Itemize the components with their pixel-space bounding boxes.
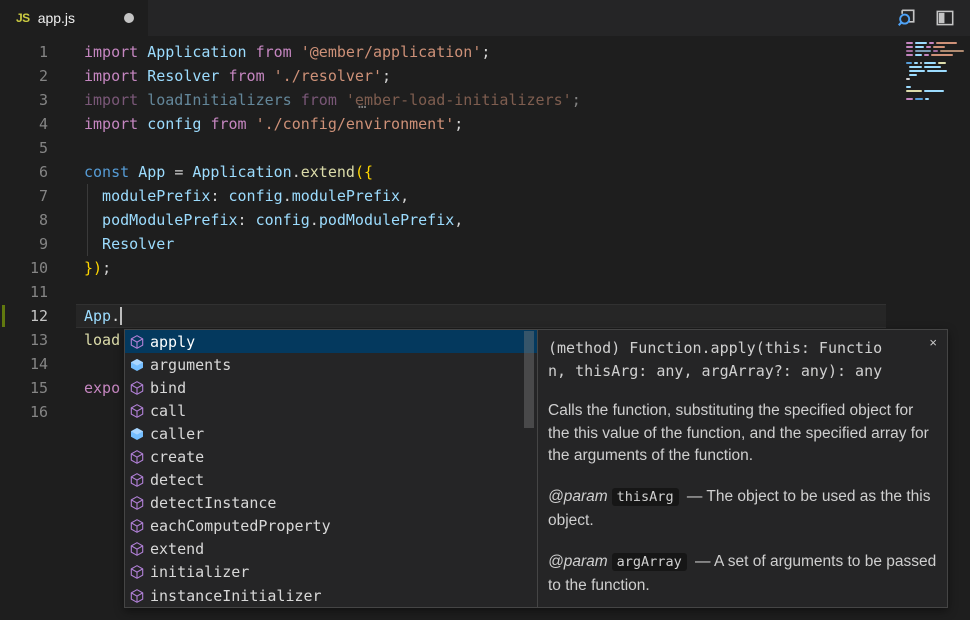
- suggestion-detectInstance[interactable]: detectInstance: [125, 492, 537, 515]
- line-number: 10: [0, 256, 48, 280]
- method-icon: [129, 541, 145, 557]
- code-line[interactable]: 3 import loadInitializers from 'ember-loa…: [0, 88, 581, 112]
- modified-indicator-icon[interactable]: [124, 13, 134, 23]
- code-line[interactable]: 4 import config from './config/environmen…: [0, 112, 581, 136]
- suggestion-caller[interactable]: caller: [125, 422, 537, 445]
- code-text: expo: [84, 376, 120, 400]
- line-number: 2: [0, 64, 48, 88]
- method-icon: [129, 449, 145, 465]
- code-text: import config from './config/environment…: [84, 112, 463, 136]
- line-number: 12: [0, 304, 48, 328]
- line-number: 16: [0, 400, 48, 424]
- line-number: 8: [0, 208, 48, 232]
- code-text: import Application from '@ember/applicat…: [84, 40, 490, 64]
- param-docs: @paramthisArg — The object to be used as…: [548, 485, 937, 598]
- code-text: import Resolver from './resolver';: [84, 64, 391, 88]
- suggestion-initializer[interactable]: initializer: [125, 561, 537, 584]
- code-text: modulePrefix: config.modulePrefix,: [84, 184, 409, 208]
- param-doc: @paramthisArg — The object to be used as…: [548, 485, 937, 533]
- line-number: 14: [0, 352, 48, 376]
- code-line[interactable]: 9 Resolver: [0, 232, 581, 256]
- code-text: const App = Application.extend({: [84, 160, 373, 184]
- method-description: Calls the function, substituting the spe…: [548, 400, 937, 468]
- line-number: 7: [0, 184, 48, 208]
- line-number: 13: [0, 328, 48, 352]
- suggestion-create[interactable]: create: [125, 445, 537, 468]
- suggestion-eachComputedProperty[interactable]: eachComputedProperty: [125, 515, 537, 538]
- suggestion-label: create: [150, 448, 204, 466]
- line-number: 5: [0, 136, 48, 160]
- text-cursor: [120, 307, 122, 325]
- line-number: 15: [0, 376, 48, 400]
- editor-actions: [895, 0, 956, 36]
- suggestion-bind[interactable]: bind: [125, 376, 537, 399]
- line-number: 3: [0, 88, 48, 112]
- code-text: Resolver: [84, 232, 174, 256]
- code-text: import loadInitializers from 'ember-load…: [84, 88, 581, 112]
- code-line[interactable]: 12 App.: [0, 304, 581, 328]
- method-icon: [129, 518, 145, 534]
- code-line[interactable]: 11: [0, 280, 581, 304]
- method-icon: [129, 380, 145, 396]
- code-line[interactable]: 5: [0, 136, 581, 160]
- vscode-editor-window: JS app.js 1import Applicat: [0, 0, 970, 620]
- suggestion-call[interactable]: call: [125, 399, 537, 422]
- code-line[interactable]: 8 podModulePrefix: config.podModulePrefi…: [0, 208, 581, 232]
- suggestion-list: apply arguments bind call caller create detect…: [124, 329, 537, 608]
- suggestion-label: eachComputedProperty: [150, 517, 331, 535]
- suggestion-label: detect: [150, 471, 204, 489]
- suggestion-apply[interactable]: apply: [125, 330, 537, 353]
- line-number: 11: [0, 280, 48, 304]
- suggest-scrollbar-thumb[interactable]: [524, 331, 534, 428]
- method-signature: (method) Function.apply(this: Function, …: [548, 337, 894, 383]
- method-icon: [129, 334, 145, 350]
- open-preview-icon[interactable]: [895, 7, 917, 29]
- code-text: load: [84, 328, 120, 352]
- tab-bar: JS app.js: [0, 0, 970, 36]
- suggestion-label: detectInstance: [150, 494, 276, 512]
- suggestion-label: call: [150, 402, 186, 420]
- method-icon: [129, 472, 145, 488]
- suggestion-label: apply: [150, 333, 195, 351]
- code-line[interactable]: 1 import Application from '@ember/applica…: [0, 40, 581, 64]
- suggest-docs-panel: × (method) Function.apply(this: Function…: [537, 329, 948, 608]
- method-icon: [129, 403, 145, 419]
- line-number: 1: [0, 40, 48, 64]
- code-text: podModulePrefix: config.podModulePrefix,: [84, 208, 463, 232]
- code-text: });: [84, 256, 111, 280]
- suggestion-arguments[interactable]: arguments: [125, 353, 537, 376]
- suggestion-label: initializer: [150, 563, 249, 581]
- method-icon: [129, 495, 145, 511]
- line-number: 4: [0, 112, 48, 136]
- code-text: App.: [84, 304, 120, 328]
- suggestion-label: bind: [150, 379, 186, 397]
- suggestion-detect[interactable]: detect: [125, 469, 537, 492]
- close-icon[interactable]: ×: [929, 335, 937, 350]
- split-editor-icon[interactable]: [934, 7, 956, 29]
- suggest-widget: apply arguments bind call caller create detect…: [124, 329, 948, 608]
- code-line[interactable]: 6 const App = Application.extend({: [0, 160, 581, 184]
- line-number: 6: [0, 160, 48, 184]
- line-number: 9: [0, 232, 48, 256]
- param-doc: @paramargArray — A set of arguments to b…: [548, 550, 937, 598]
- field-icon: [129, 426, 145, 442]
- tab-label: app.js: [38, 10, 75, 26]
- suggestion-extend[interactable]: extend: [125, 538, 537, 561]
- code-line[interactable]: 10});: [0, 256, 581, 280]
- field-icon: [129, 357, 145, 373]
- javascript-file-icon: JS: [16, 11, 30, 25]
- method-icon: [129, 588, 145, 604]
- minimap[interactable]: [906, 42, 964, 106]
- suggestion-label: extend: [150, 540, 204, 558]
- suggestion-label: instanceInitializer: [150, 587, 322, 605]
- unused-import-hint: …: [358, 96, 367, 112]
- code-line[interactable]: 7 modulePrefix: config.modulePrefix,: [0, 184, 581, 208]
- suggestion-label: caller: [150, 425, 204, 443]
- suggestion-label: arguments: [150, 356, 231, 374]
- tab-appjs[interactable]: JS app.js: [0, 0, 148, 36]
- suggestion-instanceInitializer[interactable]: instanceInitializer: [125, 584, 537, 607]
- method-icon: [129, 564, 145, 580]
- code-line[interactable]: 2 import Resolver from './resolver';: [0, 64, 581, 88]
